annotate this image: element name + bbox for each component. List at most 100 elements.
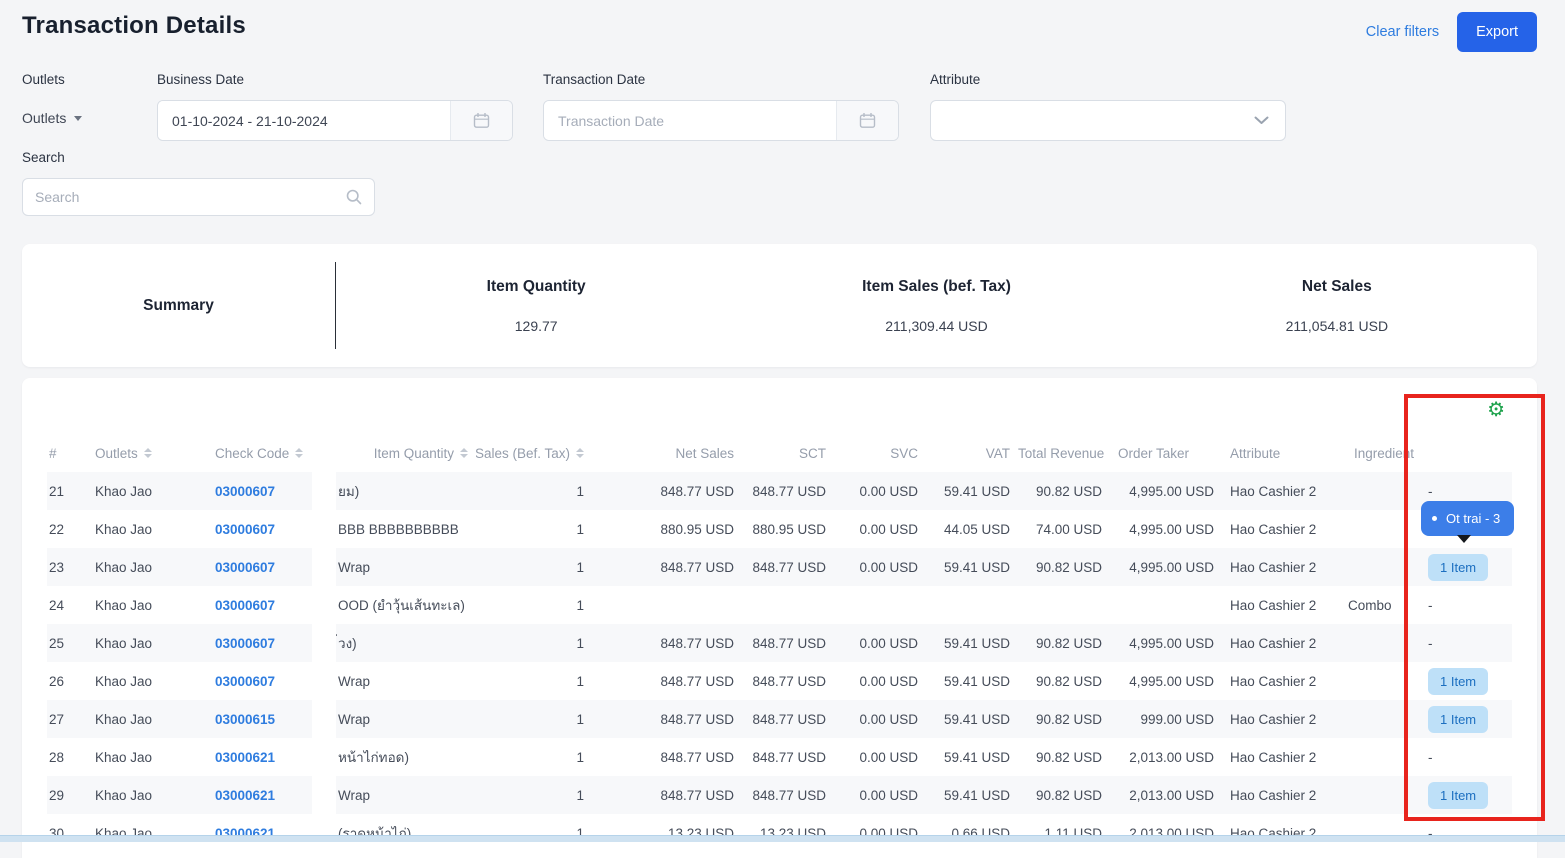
- col-header-item-quantity[interactable]: Item Quantity: [336, 434, 476, 472]
- cell-sct: 0.00 USD: [834, 814, 926, 852]
- ingredients-dash: -: [1428, 598, 1433, 613]
- check-code-link[interactable]: 03000607: [215, 522, 275, 537]
- outlets-filter-label: Outlets: [22, 72, 65, 87]
- search-input[interactable]: [23, 189, 346, 205]
- clear-filters-button[interactable]: Clear filters: [1366, 24, 1439, 40]
- cell-outlet: Khao Jao: [87, 814, 207, 852]
- cell-attribute: [1340, 738, 1414, 776]
- cell-gap: [312, 510, 336, 548]
- transaction-date-input[interactable]: [544, 101, 836, 140]
- cell-outlet: Khao Jao: [87, 662, 207, 700]
- cell-order-taker: Hao Cashier 2: [1222, 624, 1340, 662]
- cell-item-quantity: 1: [476, 472, 592, 510]
- col-header-vat: VAT: [926, 434, 1018, 472]
- table-row: 21 Khao Jao 03000607 ยม) 1 848.77 USD 84…: [47, 472, 1512, 510]
- cell-outlet: Khao Jao: [87, 472, 207, 510]
- cell-item-sales: [592, 586, 742, 624]
- cell-order-taker: Hao Cashier 2: [1222, 776, 1340, 814]
- cell-check-code: 03000607: [207, 548, 312, 586]
- sort-icon[interactable]: [576, 448, 584, 458]
- transaction-date-calendar-button[interactable]: [836, 101, 898, 140]
- export-button[interactable]: Export: [1457, 12, 1537, 52]
- ingredients-badge[interactable]: 1 Item: [1428, 554, 1488, 581]
- summary-stat-net-sales: Net Sales 211,054.81 USD: [1137, 244, 1537, 367]
- cell-vat: 90.82 USD: [1018, 548, 1110, 586]
- business-date-input-group: [157, 100, 513, 141]
- cell-check-code: 03000607: [207, 624, 312, 662]
- cell-item-sales: 848.77 USD: [592, 472, 742, 510]
- cell-svc: 59.41 USD: [926, 472, 1018, 510]
- check-code-link[interactable]: 03000615: [215, 712, 275, 727]
- attribute-select[interactable]: [930, 100, 1286, 141]
- cell-outlet: Khao Jao: [87, 776, 207, 814]
- outlets-dropdown[interactable]: Outlets: [22, 110, 82, 126]
- sort-icon[interactable]: [144, 448, 152, 458]
- cell-gap: [312, 700, 336, 738]
- cell-net-sales: 848.77 USD: [742, 624, 834, 662]
- column-settings-button[interactable]: ⚙: [1487, 400, 1505, 420]
- summary-title: Summary: [143, 297, 214, 315]
- cell-attribute: [1340, 662, 1414, 700]
- ingredients-badge[interactable]: 1 Item: [1428, 782, 1488, 809]
- cell-ingredients: -: [1414, 814, 1512, 852]
- check-code-link[interactable]: 03000621: [215, 750, 275, 765]
- cell-outlet: Khao Jao: [87, 510, 207, 548]
- cell-order-taker: Hao Cashier 2: [1222, 586, 1340, 624]
- cell-check-code: 03000621: [207, 814, 312, 852]
- cell-net-sales: [742, 586, 834, 624]
- top-actions: Clear filters Export: [1366, 12, 1537, 52]
- cell-svc: 44.05 USD: [926, 510, 1018, 548]
- cell-attribute: [1340, 548, 1414, 586]
- cell-attribute: Combo: [1340, 586, 1414, 624]
- ingredient-tooltip: Ot trai - 3: [1421, 501, 1514, 536]
- table-header-row: # Outlets Check Code Item Quantity Item …: [47, 434, 1512, 472]
- check-code-link[interactable]: 03000607: [215, 598, 275, 613]
- sort-icon[interactable]: [460, 448, 468, 458]
- cell-total-revenue: 999.00 USD: [1110, 700, 1222, 738]
- col-header-outlets[interactable]: Outlets: [87, 434, 207, 472]
- col-header-num: #: [47, 434, 87, 472]
- transactions-table: # Outlets Check Code Item Quantity Item …: [47, 434, 1512, 852]
- transaction-date-label: Transaction Date: [543, 72, 645, 87]
- cell-num: 28: [47, 738, 87, 776]
- search-label: Search: [22, 150, 65, 165]
- cell-check-code: 03000615: [207, 700, 312, 738]
- cell-num: 22: [47, 510, 87, 548]
- cell-check-code: 03000607: [207, 472, 312, 510]
- outlets-dropdown-value: Outlets: [22, 110, 66, 126]
- cell-ingredients: 1 Item: [1414, 548, 1512, 586]
- ingredients-badge[interactable]: 1 Item: [1428, 668, 1488, 695]
- search-box: [22, 178, 375, 216]
- col-header-total-revenue: Total Revenue: [1018, 434, 1110, 472]
- cell-svc: 59.41 USD: [926, 700, 1018, 738]
- cell-total-revenue: 4,995.00 USD: [1110, 624, 1222, 662]
- business-date-input[interactable]: [158, 101, 450, 140]
- cell-gap: [312, 662, 336, 700]
- cell-item: Wrap: [336, 700, 476, 738]
- table-row: 25 Khao Jao 03000607 ่วง) 1 848.77 USD 8…: [47, 624, 1512, 662]
- check-code-link[interactable]: 03000607: [215, 674, 275, 689]
- check-code-link[interactable]: 03000607: [215, 560, 275, 575]
- sort-icon[interactable]: [295, 448, 303, 458]
- transaction-date-input-group: [543, 100, 899, 141]
- check-code-link[interactable]: 03000607: [215, 484, 275, 499]
- horizontal-scrollbar[interactable]: [0, 835, 1565, 842]
- ingredients-dash: -: [1428, 750, 1433, 765]
- col-header-item-sales[interactable]: Item Sales (Bef. Tax): [476, 434, 592, 472]
- cell-vat: 74.00 USD: [1018, 510, 1110, 548]
- cell-total-revenue: 4,995.00 USD: [1110, 510, 1222, 548]
- cell-outlet: Khao Jao: [87, 586, 207, 624]
- calendar-icon: [473, 112, 490, 129]
- table-row: 28 Khao Jao 03000621 หน้าไก่ทอด) 1 848.7…: [47, 738, 1512, 776]
- page-title: Transaction Details: [22, 12, 246, 40]
- ingredients-badge[interactable]: 1 Item: [1428, 706, 1488, 733]
- cell-num: 29: [47, 776, 87, 814]
- business-date-calendar-button[interactable]: [450, 101, 512, 140]
- check-code-link[interactable]: 03000607: [215, 636, 275, 651]
- cell-item-quantity: 1: [476, 776, 592, 814]
- table-body: 21 Khao Jao 03000607 ยม) 1 848.77 USD 84…: [47, 472, 1512, 852]
- cell-net-sales: 848.77 USD: [742, 776, 834, 814]
- col-header-check-code[interactable]: Check Code: [207, 434, 312, 472]
- check-code-link[interactable]: 03000621: [215, 788, 275, 803]
- cell-net-sales: 848.77 USD: [742, 548, 834, 586]
